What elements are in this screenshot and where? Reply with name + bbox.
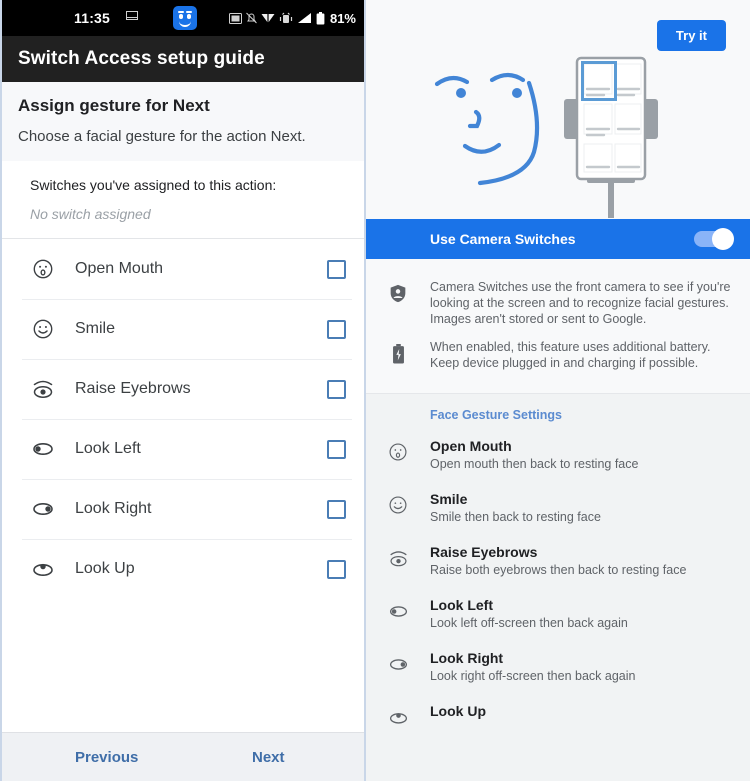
- face-gesture-desc: Smile then back to resting face: [430, 510, 601, 524]
- face-gesture-desc: Look right off-screen then back again: [430, 669, 636, 683]
- smile-icon: [366, 491, 430, 515]
- info-section: Camera Switches use the front camera to …: [366, 259, 750, 394]
- face-gesture-title: Look Right: [430, 650, 504, 666]
- face-gesture-look-left[interactable]: Look Left Look left off-screen then back…: [366, 591, 750, 644]
- try-it-button[interactable]: Try it: [656, 20, 726, 51]
- gesture-label: Raise Eyebrows: [75, 380, 191, 397]
- vibrate-icon: [279, 12, 293, 23]
- look-left-icon: [366, 597, 430, 622]
- face-gesture-title: Look Left: [430, 597, 493, 613]
- use-camera-switches-toggle[interactable]: [694, 228, 734, 250]
- status-bar: 11:35 81%: [2, 0, 364, 36]
- info-text-privacy: Camera Switches use the front camera to …: [430, 280, 731, 326]
- status-icon-group: 81%: [228, 10, 356, 26]
- face-gesture-title: Raise Eyebrows: [430, 544, 538, 560]
- battery-percent: 81%: [329, 10, 356, 26]
- switch-access-setup-panel: 11:35 81% Switch Access setup guide Assi…: [0, 0, 366, 781]
- gesture-option-list: Open Mouth Smile Raise Eyebrows Look Lef…: [2, 239, 364, 732]
- gesture-checkbox[interactable]: [327, 379, 346, 399]
- toggle-knob: [712, 228, 734, 250]
- info-text-battery: When enabled, this feature uses addition…: [430, 340, 711, 370]
- gesture-label: Look Right: [75, 500, 152, 517]
- assigned-switches-label: Switches you've assigned to this action:: [30, 177, 277, 193]
- gesture-checkbox[interactable]: [327, 559, 346, 579]
- face-gesture-settings-header: Face Gesture Settings: [430, 408, 562, 422]
- battery-icon: [316, 11, 325, 24]
- gesture-checkbox[interactable]: [327, 319, 346, 339]
- intro-subtitle: Choose a facial gesture for the action N…: [18, 128, 306, 145]
- face-gesture-desc: Open mouth then back to resting face: [430, 457, 639, 471]
- raise-eyebrows-icon: [366, 544, 430, 569]
- hero-illustration-section: Try it: [366, 0, 750, 219]
- face-gesture-smile[interactable]: Smile Smile then back to resting face: [366, 485, 750, 538]
- face-gesture-look-right[interactable]: Look Right Look right off-screen then ba…: [366, 644, 750, 697]
- gesture-checkbox[interactable]: [327, 499, 346, 519]
- gesture-checkbox[interactable]: [327, 259, 346, 279]
- info-row-battery: When enabled, this feature uses addition…: [366, 333, 732, 377]
- face-gesture-settings-section: Face Gesture Settings Open Mouth Open mo…: [366, 394, 750, 744]
- assigned-switches-value: No switch assigned: [30, 206, 151, 222]
- smile-icon: [30, 316, 56, 342]
- face-gesture-open-mouth[interactable]: Open Mouth Open mouth then back to resti…: [366, 432, 750, 485]
- gesture-checkbox[interactable]: [327, 439, 346, 459]
- open-mouth-icon: [366, 438, 430, 462]
- mail-icon: [126, 11, 138, 20]
- intro-section: Assign gesture for Next Choose a facial …: [2, 82, 364, 161]
- gesture-label: Smile: [75, 320, 116, 337]
- raise-eyebrows-icon: [30, 376, 56, 402]
- intro-title: Assign gesture for Next: [18, 96, 210, 115]
- previous-button[interactable]: Previous: [75, 749, 138, 766]
- face-gesture-raise-eyebrows[interactable]: Raise Eyebrows Raise both eyebrows then …: [366, 538, 750, 591]
- camera-switches-settings-panel: Try it Use Camera Switches Camera Switch…: [366, 0, 750, 781]
- face-gesture-title: Look Up: [430, 703, 486, 719]
- wifi-icon: [261, 12, 275, 24]
- open-mouth-icon: [30, 256, 56, 282]
- battery-charging-icon: [366, 339, 430, 364]
- gesture-option-raise-eyebrows[interactable]: Raise Eyebrows: [2, 359, 364, 419]
- gesture-option-open-mouth[interactable]: Open Mouth: [2, 239, 364, 299]
- gesture-label: Look Left: [75, 440, 141, 457]
- next-button[interactable]: Next: [252, 749, 285, 766]
- app-bar: Switch Access setup guide: [2, 36, 364, 82]
- look-up-icon: [30, 556, 56, 582]
- look-right-icon: [30, 496, 56, 522]
- use-camera-switches-row[interactable]: Use Camera Switches: [366, 219, 750, 259]
- gesture-option-look-right[interactable]: Look Right: [2, 479, 364, 539]
- screenshot-icon: [228, 12, 242, 24]
- gesture-label: Open Mouth: [75, 260, 164, 277]
- look-right-icon: [366, 650, 430, 675]
- signal-icon: [297, 13, 311, 23]
- assigned-switches-section: Switches you've assigned to this action:…: [2, 161, 364, 239]
- face-gesture-desc: Look left off-screen then back again: [430, 616, 628, 630]
- info-row-privacy: Camera Switches use the front camera to …: [366, 273, 732, 333]
- status-time: 11:35: [74, 10, 111, 26]
- face-gesture-desc: Raise both eyebrows then back to resting…: [430, 563, 687, 577]
- look-up-icon: [366, 703, 430, 728]
- screenshot-root: 11:35 81% Switch Access setup guide Assi…: [0, 0, 750, 781]
- gesture-option-look-left[interactable]: Look Left: [2, 419, 364, 479]
- notifications-off-icon: [246, 12, 257, 24]
- face-gesture-title: Smile: [430, 491, 468, 507]
- gesture-option-smile[interactable]: Smile: [2, 299, 364, 359]
- gesture-label: Look Up: [75, 560, 135, 577]
- face-gesture-look-up[interactable]: Look Up: [366, 697, 750, 742]
- page-title: Switch Access setup guide: [18, 48, 265, 69]
- look-left-icon: [30, 436, 56, 462]
- gesture-option-look-up[interactable]: Look Up: [2, 539, 364, 599]
- wizard-footer: Previous Next: [2, 732, 364, 781]
- shield-person-icon: [366, 279, 430, 303]
- use-camera-switches-label: Use Camera Switches: [430, 231, 576, 247]
- face-gesture-title: Open Mouth: [430, 438, 512, 454]
- camera-switches-face-icon: [173, 6, 197, 30]
